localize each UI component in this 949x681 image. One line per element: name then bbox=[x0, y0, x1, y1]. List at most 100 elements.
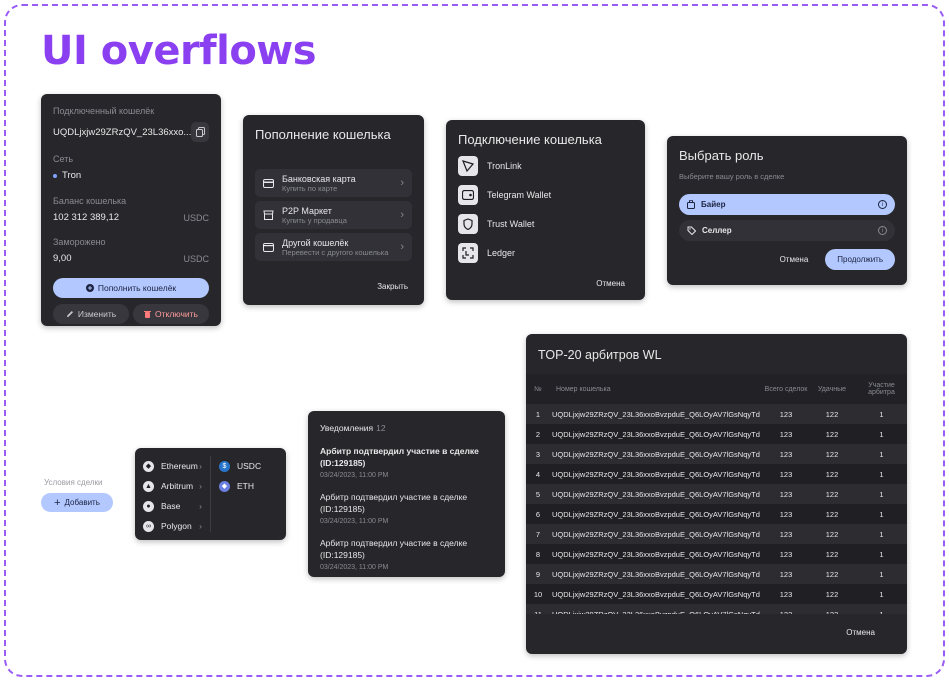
notification-item[interactable]: Арбитр подтвердил участие в сделке (ID:1… bbox=[320, 491, 493, 525]
row-success: 122 bbox=[825, 509, 839, 519]
row-no: 4 bbox=[535, 469, 541, 479]
wallet-card: Подключенный кошелёк UQDLjxjw29ZRzQV_23L… bbox=[41, 94, 221, 326]
row-success: 122 bbox=[825, 489, 839, 499]
arbitrum-icon: ▲ bbox=[143, 480, 154, 492]
topup-item-subtitle: Купить по карте bbox=[282, 183, 338, 193]
table-row[interactable]: 9 UQDLjxjw29ZRzQV_23L36xxoBvzpduE_Q6LOyAV… bbox=[526, 564, 907, 584]
close-button[interactable]: Закрыть bbox=[377, 282, 408, 291]
tag-icon bbox=[687, 226, 696, 235]
network-popover: ◆ Ethereum › ▲ Arbitrum › ● Base › ∞ Pol… bbox=[135, 448, 286, 540]
table-row[interactable]: 7 UQDLjxjw29ZRzQV_23L36xxoBvzpduE_Q6LOyAV… bbox=[526, 524, 907, 544]
topup-item-other-wallet[interactable]: Другой кошелёк Перевести с другого кошел… bbox=[255, 233, 412, 261]
ethereum-icon: ◆ bbox=[143, 460, 154, 472]
role-option-label: Селлер bbox=[702, 226, 732, 235]
connect-title: Подключение кошелька bbox=[458, 132, 602, 147]
row-participation: 1 bbox=[879, 409, 884, 419]
eth-icon: ◆ bbox=[219, 480, 230, 492]
frozen-label: Заморожено bbox=[53, 237, 106, 247]
topup-item-card[interactable]: Банковская карта Купить по карте › bbox=[255, 169, 412, 197]
row-participation: 1 bbox=[879, 529, 884, 539]
plus-circle-icon bbox=[85, 284, 94, 292]
row-success: 122 bbox=[825, 569, 839, 579]
network-item-ethereum[interactable]: ◆ Ethereum › bbox=[143, 456, 202, 476]
ledger-icon bbox=[458, 242, 478, 263]
row-participation: 1 bbox=[879, 509, 884, 519]
row-total: 123 bbox=[779, 609, 793, 615]
cancel-button[interactable]: Отмена bbox=[846, 628, 875, 637]
row-no: 6 bbox=[535, 509, 541, 519]
table-row[interactable]: 11 UQDLjxjw29ZRzQV_23L36xxoBvzpduE_Q6LOyA… bbox=[526, 604, 907, 614]
network-item-arbitrum[interactable]: ▲ Arbitrum › bbox=[143, 476, 202, 496]
wallet-option-trust[interactable]: Trust Wallet bbox=[458, 209, 633, 238]
copy-button[interactable] bbox=[191, 122, 209, 142]
row-success: 122 bbox=[825, 449, 839, 459]
notification-item[interactable]: Арбитр подтвердил участие в сделке (ID:1… bbox=[320, 445, 493, 479]
row-total: 123 bbox=[779, 569, 793, 579]
network-name: Polygon bbox=[161, 521, 192, 531]
balance-value: 102 312 389,12 bbox=[53, 212, 120, 223]
table-header: № Номер кошелька Всего сделок Удачные Уч… bbox=[526, 374, 907, 404]
table-row[interactable]: 1 UQDLjxjw29ZRzQV_23L36xxoBvzpduE_Q6LOyAV… bbox=[526, 404, 907, 424]
row-success: 122 bbox=[825, 589, 839, 599]
cancel-button[interactable]: Отмена bbox=[780, 255, 809, 264]
row-total: 123 bbox=[779, 589, 793, 599]
network-item-base[interactable]: ● Base › bbox=[143, 496, 202, 516]
trust-wallet-icon bbox=[458, 213, 478, 234]
wallet-option-telegram[interactable]: Telegram Wallet bbox=[458, 180, 633, 209]
topup-item-p2p[interactable]: P2P Маркет Купить у продавца › bbox=[255, 201, 412, 229]
wallet-option-ledger[interactable]: Ledger bbox=[458, 238, 633, 267]
network-name: Ethereum bbox=[161, 461, 198, 471]
token-name: USDC bbox=[237, 461, 262, 471]
balance-unit: USDC bbox=[183, 212, 209, 223]
add-label: Добавить bbox=[64, 498, 100, 507]
disconnect-button[interactable]: Отключить bbox=[133, 304, 209, 324]
token-item-usdc[interactable]: $ USDC bbox=[219, 456, 278, 476]
copy-icon bbox=[195, 127, 205, 137]
network-item-polygon[interactable]: ∞ Polygon › bbox=[143, 516, 202, 536]
row-address: UQDLjxjw29ZRzQV_23L36xxoBvzpduE_Q6LOyAV7… bbox=[552, 549, 760, 559]
network-dot-icon bbox=[53, 173, 57, 178]
table-row[interactable]: 2 UQDLjxjw29ZRzQV_23L36xxoBvzpduE_Q6LOyAV… bbox=[526, 424, 907, 444]
row-total: 123 bbox=[779, 529, 793, 539]
row-address: UQDLjxjw29ZRzQV_23L36xxoBvzpduE_Q6LOyAV7… bbox=[552, 609, 760, 615]
row-no: 7 bbox=[535, 529, 541, 539]
row-no: 9 bbox=[535, 569, 541, 579]
topup-title: Пополнение кошелька bbox=[255, 127, 391, 142]
row-total: 123 bbox=[779, 409, 793, 419]
notification-item[interactable]: Арбитр подтвердил участие в сделке (ID:1… bbox=[320, 537, 493, 571]
table-row[interactable]: 3 UQDLjxjw29ZRzQV_23L36xxoBvzpduE_Q6LOyAV… bbox=[526, 444, 907, 464]
row-address: UQDLjxjw29ZRzQV_23L36xxoBvzpduE_Q6LOyAV7… bbox=[552, 469, 760, 479]
disconnect-label: Отключить bbox=[155, 309, 198, 319]
notifications-count: 12 bbox=[376, 423, 386, 433]
token-item-eth[interactable]: ◆ ETH bbox=[219, 476, 278, 496]
topup-wallet-button[interactable]: Пополнить кошелёк bbox=[53, 278, 209, 298]
token-list: $ USDC ◆ ETH bbox=[219, 456, 278, 532]
chevron-right-icon: › bbox=[400, 209, 404, 221]
role-option-buyer[interactable]: Байер i bbox=[679, 194, 895, 215]
row-participation: 1 bbox=[879, 549, 884, 559]
table-row[interactable]: 8 UQDLjxjw29ZRzQV_23L36xxoBvzpduE_Q6LOyAV… bbox=[526, 544, 907, 564]
cancel-button[interactable]: Отмена bbox=[596, 279, 625, 288]
table-body[interactable]: 1 UQDLjxjw29ZRzQV_23L36xxoBvzpduE_Q6LOyAV… bbox=[526, 404, 907, 614]
continue-button[interactable]: Продолжить bbox=[825, 249, 895, 270]
wallet-option-tronlink[interactable]: TronLink bbox=[458, 151, 633, 180]
info-icon[interactable]: i bbox=[878, 200, 887, 209]
row-total: 123 bbox=[779, 449, 793, 459]
wallet-option-name: Trust Wallet bbox=[487, 218, 535, 229]
role-option-seller[interactable]: Селлер i bbox=[679, 220, 895, 241]
row-participation: 1 bbox=[879, 429, 884, 439]
table-row[interactable]: 10 UQDLjxjw29ZRzQV_23L36xxoBvzpduE_Q6LOyA… bbox=[526, 584, 907, 604]
table-row[interactable]: 4 UQDLjxjw29ZRzQV_23L36xxoBvzpduE_Q6LOyAV… bbox=[526, 464, 907, 484]
topup-item-subtitle: Купить у продавца bbox=[282, 215, 347, 225]
network-name: Arbitrum bbox=[161, 481, 194, 491]
topup-item-subtitle: Перевести с другого кошелька bbox=[282, 247, 389, 257]
edit-button[interactable]: Изменить bbox=[53, 304, 129, 324]
info-icon[interactable]: i bbox=[878, 226, 887, 235]
row-address: UQDLjxjw29ZRzQV_23L36xxoBvzpduE_Q6LOyAV7… bbox=[552, 429, 760, 439]
row-no: 8 bbox=[535, 549, 541, 559]
table-row[interactable]: 5 UQDLjxjw29ZRzQV_23L36xxoBvzpduE_Q6LOyAV… bbox=[526, 484, 907, 504]
table-row[interactable]: 6 UQDLjxjw29ZRzQV_23L36xxoBvzpduE_Q6LOyAV… bbox=[526, 504, 907, 524]
row-participation: 1 bbox=[879, 569, 884, 579]
add-button[interactable]: + Добавить bbox=[41, 493, 113, 512]
wallet-address: UQDLjxjw29ZRzQV_23L36xxo... bbox=[53, 126, 192, 138]
